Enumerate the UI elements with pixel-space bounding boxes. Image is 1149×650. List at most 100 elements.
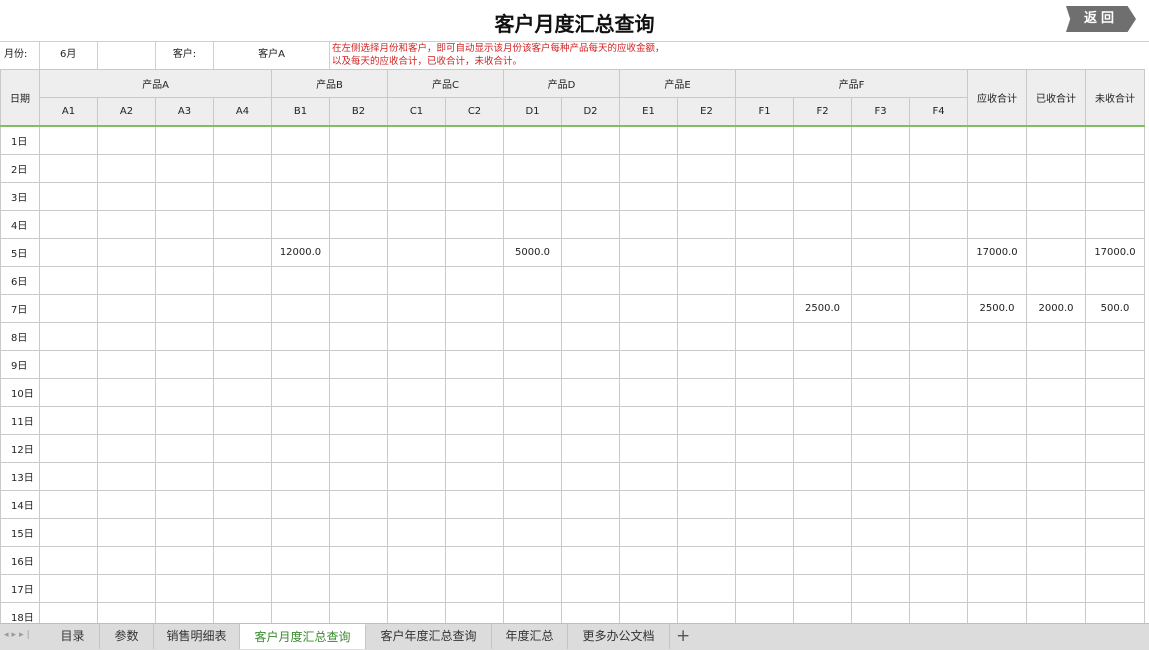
table-cell[interactable] xyxy=(735,518,794,547)
day-cell[interactable]: 7日 xyxy=(0,294,40,323)
table-cell[interactable] xyxy=(97,406,156,435)
table-cell[interactable]: 5000.0 xyxy=(503,238,562,267)
table-cell[interactable] xyxy=(445,490,504,519)
table-cell[interactable] xyxy=(1085,574,1145,603)
table-cell[interactable] xyxy=(619,294,678,323)
table-cell[interactable] xyxy=(387,406,446,435)
table-cell[interactable] xyxy=(329,406,388,435)
table-cell[interactable] xyxy=(271,266,330,295)
table-cell[interactable] xyxy=(851,182,910,211)
table-cell[interactable] xyxy=(155,210,214,239)
table-cell[interactable] xyxy=(735,125,794,155)
table-cell[interactable] xyxy=(619,378,678,407)
table-cell[interactable] xyxy=(561,546,620,575)
table-cell[interactable] xyxy=(97,546,156,575)
table-cell[interactable] xyxy=(677,378,736,407)
table-cell[interactable] xyxy=(851,294,910,323)
table-cell[interactable] xyxy=(155,434,214,463)
table-cell[interactable] xyxy=(793,350,852,379)
table-cell[interactable] xyxy=(97,518,156,547)
table-cell[interactable] xyxy=(503,406,562,435)
table-cell[interactable] xyxy=(155,546,214,575)
table-cell[interactable] xyxy=(677,210,736,239)
table-cell[interactable] xyxy=(39,518,98,547)
table-cell[interactable] xyxy=(503,210,562,239)
table-cell[interactable] xyxy=(503,125,562,155)
table-cell[interactable] xyxy=(329,462,388,491)
table-cell[interactable]: 2500.0 xyxy=(793,294,852,323)
table-cell[interactable] xyxy=(39,406,98,435)
table-cell[interactable] xyxy=(619,518,678,547)
table-cell[interactable] xyxy=(735,154,794,183)
table-cell[interactable] xyxy=(967,378,1027,407)
table-cell[interactable] xyxy=(677,434,736,463)
table-cell[interactable] xyxy=(1026,266,1086,295)
table-cell[interactable] xyxy=(213,490,272,519)
table-cell[interactable] xyxy=(329,434,388,463)
table-cell[interactable] xyxy=(503,434,562,463)
day-cell[interactable]: 2日 xyxy=(0,154,40,183)
table-cell[interactable] xyxy=(735,210,794,239)
table-cell[interactable] xyxy=(387,462,446,491)
table-cell[interactable] xyxy=(1026,406,1086,435)
table-cell[interactable] xyxy=(677,154,736,183)
table-cell[interactable] xyxy=(677,238,736,267)
table-cell[interactable] xyxy=(967,125,1027,155)
table-cell[interactable] xyxy=(1085,434,1145,463)
table-cell[interactable] xyxy=(1026,518,1086,547)
table-cell[interactable] xyxy=(97,266,156,295)
table-cell[interactable] xyxy=(387,490,446,519)
table-cell[interactable] xyxy=(851,546,910,575)
table-cell[interactable] xyxy=(793,238,852,267)
table-cell[interactable] xyxy=(677,294,736,323)
next-sheet-icon[interactable]: ▸ xyxy=(12,630,20,640)
table-cell[interactable] xyxy=(619,546,678,575)
table-cell[interactable] xyxy=(967,266,1027,295)
table-cell[interactable] xyxy=(619,182,678,211)
table-cell[interactable] xyxy=(677,462,736,491)
table-cell[interactable] xyxy=(851,238,910,267)
table-cell[interactable] xyxy=(503,518,562,547)
table-cell[interactable] xyxy=(271,434,330,463)
table-cell[interactable] xyxy=(39,462,98,491)
table-cell[interactable] xyxy=(1085,546,1145,575)
table-cell[interactable]: 17000.0 xyxy=(1085,238,1145,267)
table-cell[interactable] xyxy=(271,490,330,519)
table-cell[interactable] xyxy=(155,462,214,491)
table-cell[interactable] xyxy=(561,378,620,407)
table-cell[interactable] xyxy=(793,490,852,519)
table-cell[interactable] xyxy=(503,154,562,183)
table-cell[interactable] xyxy=(1085,518,1145,547)
first-sheet-icon[interactable]: ◂ xyxy=(4,630,12,640)
table-cell[interactable] xyxy=(677,546,736,575)
table-cell[interactable] xyxy=(445,434,504,463)
table-cell[interactable] xyxy=(213,125,272,155)
table-cell[interactable] xyxy=(561,322,620,351)
table-cell[interactable] xyxy=(39,574,98,603)
table-cell[interactable] xyxy=(561,490,620,519)
day-cell[interactable]: 4日 xyxy=(0,210,40,239)
table-cell[interactable] xyxy=(619,574,678,603)
table-cell[interactable] xyxy=(1085,210,1145,239)
table-cell[interactable] xyxy=(735,406,794,435)
table-cell[interactable] xyxy=(561,125,620,155)
table-cell[interactable] xyxy=(329,266,388,295)
table-cell[interactable] xyxy=(329,518,388,547)
table-cell[interactable] xyxy=(39,490,98,519)
table-cell[interactable] xyxy=(271,210,330,239)
day-cell[interactable]: 9日 xyxy=(0,350,40,379)
table-cell[interactable] xyxy=(967,210,1027,239)
table-cell[interactable] xyxy=(619,490,678,519)
table-cell[interactable] xyxy=(909,322,968,351)
table-cell[interactable] xyxy=(561,210,620,239)
table-cell[interactable] xyxy=(677,490,736,519)
table-cell[interactable] xyxy=(909,294,968,323)
table-cell[interactable] xyxy=(39,238,98,267)
table-cell[interactable] xyxy=(445,406,504,435)
table-cell[interactable] xyxy=(851,434,910,463)
add-sheet-button[interactable]: + xyxy=(676,624,690,649)
table-cell[interactable] xyxy=(1085,266,1145,295)
table-cell[interactable] xyxy=(851,406,910,435)
table-cell[interactable] xyxy=(735,462,794,491)
day-cell[interactable]: 11日 xyxy=(0,406,40,435)
